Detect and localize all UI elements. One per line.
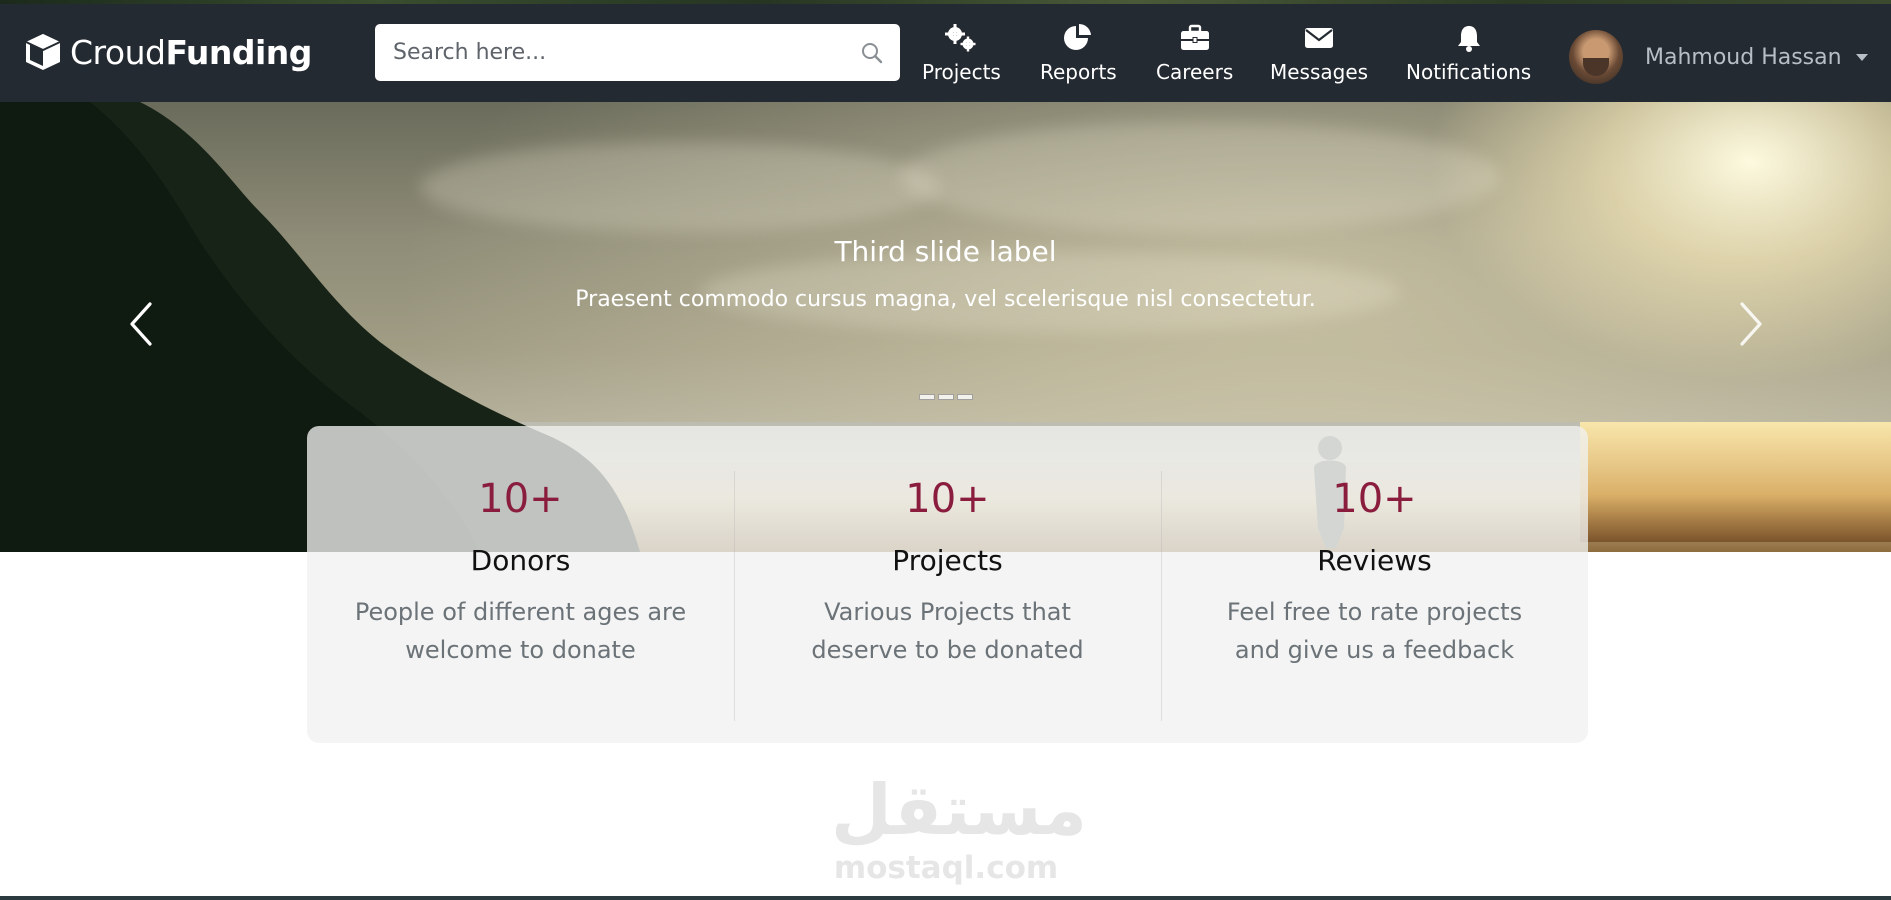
slide-title: Third slide label bbox=[834, 235, 1057, 268]
stat-donors: 10+ Donors People of different ages are … bbox=[307, 426, 734, 743]
carousel-indicator[interactable] bbox=[957, 394, 973, 400]
stat-number: 10+ bbox=[905, 476, 990, 522]
nav-item-careers[interactable]: Careers bbox=[1156, 22, 1233, 90]
chevron-right-icon[interactable] bbox=[1730, 300, 1770, 348]
slide-text: Praesent commodo cursus magna, vel scele… bbox=[575, 287, 1316, 312]
watermark-logo: مستقل mostaql.com bbox=[831, 769, 1088, 886]
carousel-indicator[interactable] bbox=[919, 394, 935, 400]
carousel-indicators bbox=[919, 394, 973, 400]
stat-number: 10+ bbox=[478, 476, 563, 522]
nav-label-projects: Projects bbox=[922, 60, 1001, 84]
nav-label-reports: Reports bbox=[1040, 60, 1117, 84]
watermark-latin: mostaql.com bbox=[833, 850, 1059, 886]
nav-label-messages: Messages bbox=[1270, 60, 1369, 84]
bottom-edge-strip bbox=[0, 896, 1891, 900]
brand-logo[interactable]: CroudFunding bbox=[22, 30, 312, 74]
user-name[interactable]: Mahmoud Hassan bbox=[1645, 45, 1842, 70]
sun-glare-shape bbox=[1580, 422, 1891, 542]
stat-title: Reviews bbox=[1317, 544, 1432, 577]
cloud-shape bbox=[900, 122, 1500, 232]
briefcase-icon bbox=[1180, 24, 1209, 50]
cube-icon bbox=[25, 34, 61, 70]
nav-label-notifications: Notifications bbox=[1406, 60, 1532, 84]
stat-reviews: 10+ Reviews Feel free to rate projects a… bbox=[1161, 426, 1588, 743]
cogs-icon bbox=[945, 24, 976, 52]
search-box bbox=[375, 24, 900, 81]
watermark-arabic: مستقل bbox=[831, 769, 1088, 851]
nav-item-notifications[interactable]: Notifications bbox=[1406, 22, 1531, 90]
stat-title: Projects bbox=[892, 544, 1003, 577]
avatar[interactable] bbox=[1569, 30, 1623, 84]
pie-chart-icon bbox=[1064, 23, 1092, 50]
stat-title: Donors bbox=[470, 544, 571, 577]
stat-description: People of different ages are welcome to … bbox=[354, 598, 687, 664]
chevron-left-icon[interactable] bbox=[122, 300, 162, 348]
stat-projects: 10+ Projects Various Projects that deser… bbox=[734, 426, 1161, 743]
stat-description: Feel free to rate projects and give us a… bbox=[1226, 598, 1523, 664]
bell-icon bbox=[1457, 26, 1480, 52]
navbar: CroudFunding Projects Reports bbox=[0, 4, 1891, 102]
carousel-indicator[interactable] bbox=[938, 394, 954, 400]
nav-label-careers: Careers bbox=[1156, 60, 1234, 84]
envelope-icon bbox=[1305, 28, 1334, 48]
caret-down-icon[interactable] bbox=[1855, 53, 1868, 61]
stat-description: Various Projects that deserve to be dona… bbox=[811, 598, 1084, 664]
stats-panel: 10+ Donors People of different ages are … bbox=[307, 426, 1588, 743]
user-menu[interactable]: Mahmoud Hassan bbox=[1569, 28, 1868, 86]
search-input[interactable] bbox=[393, 27, 853, 78]
stat-number: 10+ bbox=[1332, 476, 1417, 522]
brand-name: CroudFunding bbox=[70, 32, 312, 72]
nav-item-reports[interactable]: Reports bbox=[1040, 22, 1117, 90]
nav-item-messages[interactable]: Messages bbox=[1270, 22, 1368, 90]
nav-item-projects[interactable]: Projects bbox=[922, 22, 1001, 90]
search-icon[interactable] bbox=[860, 41, 884, 65]
